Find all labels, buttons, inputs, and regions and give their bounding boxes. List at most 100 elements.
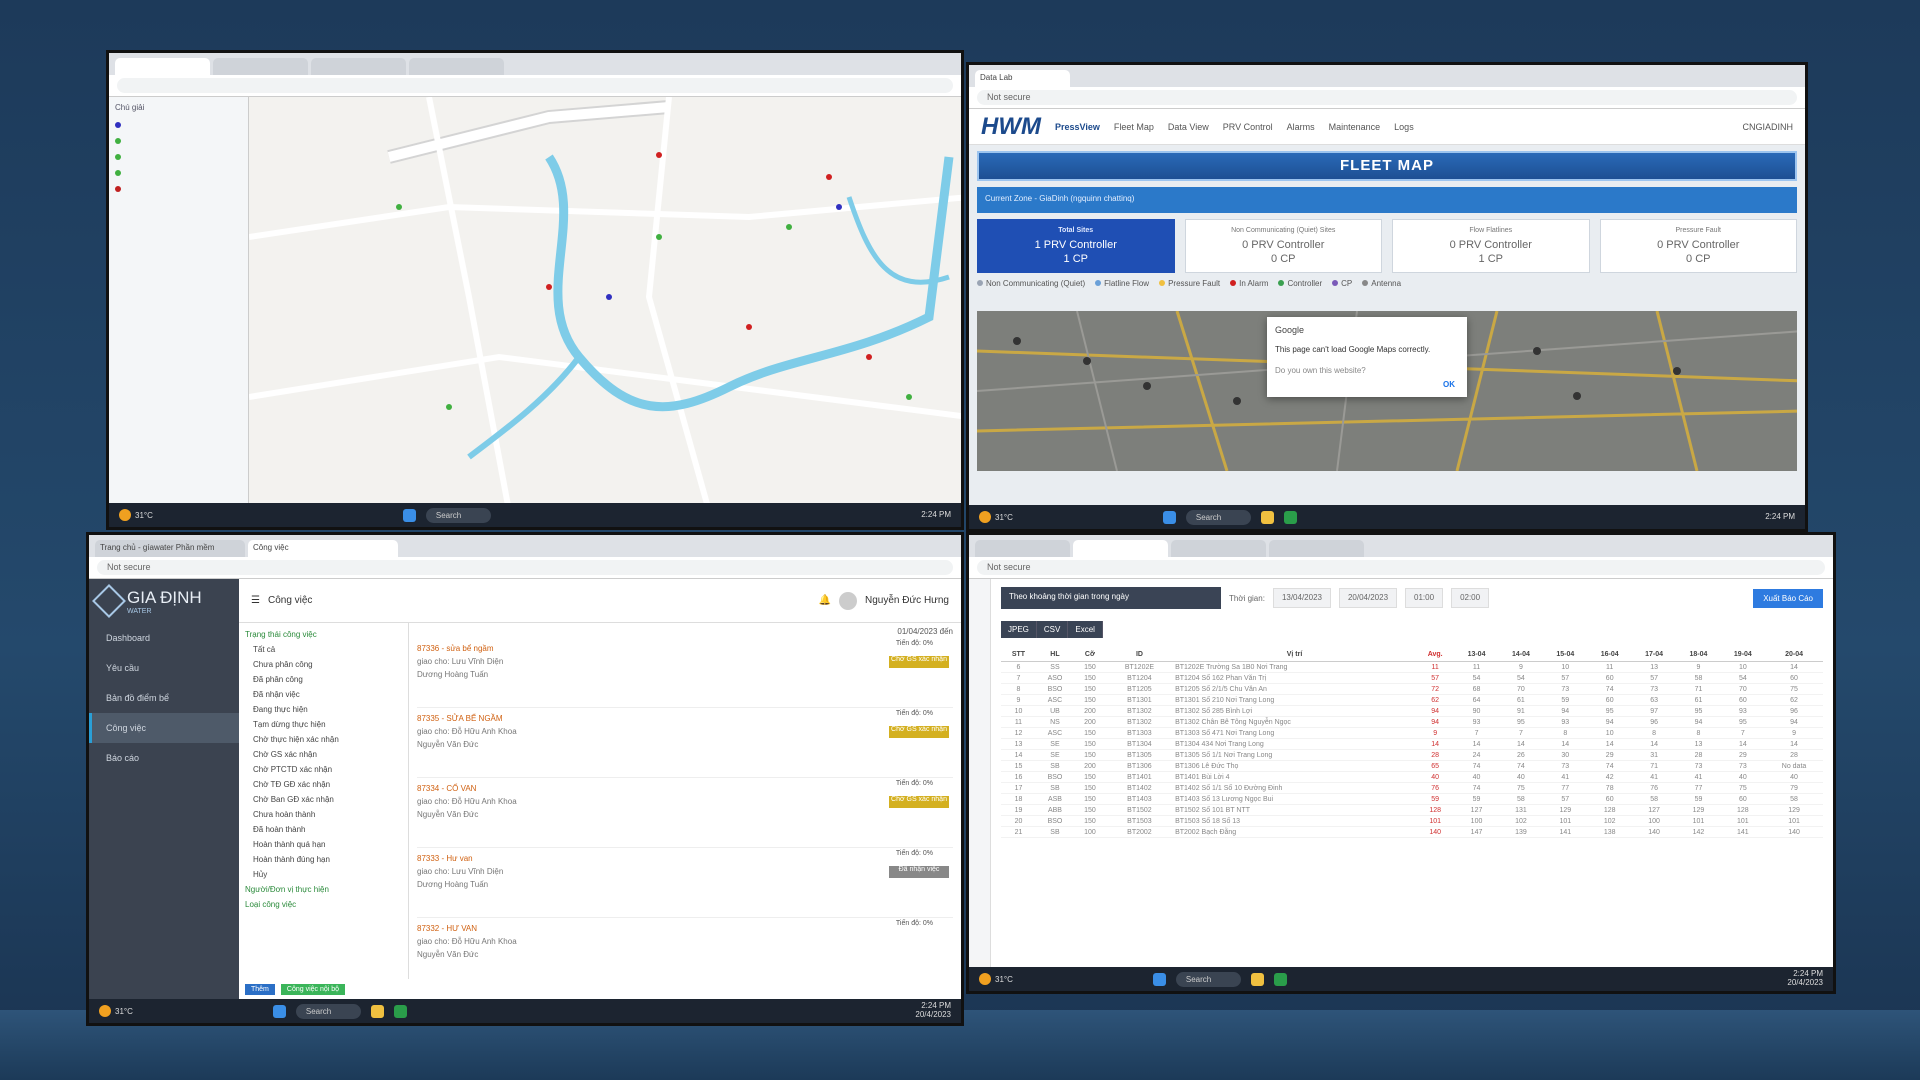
task-item[interactable]: 87334 - CỐ VAN giao cho: Đỗ Hữu Anh Khoa N… [417, 778, 953, 848]
legend-item[interactable] [115, 154, 242, 160]
filter-item[interactable]: Đang thực hiện [245, 702, 402, 717]
date-filter[interactable]: 01/04/2023 đến [417, 627, 953, 636]
brand-logo[interactable]: GIA ĐỊNH WATER [89, 579, 239, 623]
table-row[interactable]: 21 SB 100 BT2002 BT2002 Bạch Đằng 140 147 139 14… [1001, 826, 1823, 838]
filter-item[interactable]: Hoàn thành quá hạn [245, 837, 402, 852]
filter-item[interactable]: Chờ GS xác nhận [245, 747, 402, 762]
card-pressure-fault[interactable]: Pressure Fault 0 PRV Controller 0 CP [1599, 219, 1797, 273]
column-header[interactable]: Cỡ [1074, 648, 1106, 662]
user-menu[interactable]: CNGIADINH [1742, 122, 1793, 132]
nav-map[interactable]: Bản đồ điểm bể [89, 683, 239, 713]
card-flow-flatlines[interactable]: Flow Flatlines 0 PRV Controller 1 CP [1392, 219, 1590, 273]
download-csv-button[interactable]: CSV [1036, 621, 1069, 638]
column-header[interactable]: 15-04 [1543, 648, 1588, 662]
browser-tab[interactable]: Trang chủ - gíawater Phần mềm [95, 540, 245, 557]
period-select[interactable]: Theo khoảng thời gian trong ngày [1001, 587, 1221, 609]
weather-widget[interactable]: 31°C [979, 511, 1013, 523]
column-header[interactable]: HL [1035, 648, 1075, 662]
taskbar-search[interactable]: Search [1185, 509, 1252, 525]
date-to-input[interactable]: 20/04/2023 [1338, 588, 1398, 608]
task-status-button[interactable]: Chờ GS xác nhận [889, 656, 949, 668]
legend-item[interactable] [115, 170, 242, 176]
nav-prv-control[interactable]: PRV Control [1223, 122, 1273, 132]
url-field[interactable]: Not secure [97, 560, 953, 575]
legend-item[interactable] [115, 138, 242, 144]
nav-alarms[interactable]: Alarms [1287, 122, 1315, 132]
taskbar-search[interactable]: Search [295, 1003, 362, 1019]
weather-widget[interactable]: 31°C [979, 973, 1013, 985]
file-explorer-icon[interactable] [371, 1004, 385, 1018]
column-header[interactable]: ID [1105, 648, 1174, 662]
browser-tab[interactable]: Data Lab [975, 70, 1070, 87]
file-explorer-icon[interactable] [1261, 510, 1275, 524]
task-item[interactable]: 87333 - Hư van giao cho: Lưu Vĩnh Diện Dươ… [417, 848, 953, 918]
hour-to-input[interactable]: 02:00 [1451, 588, 1490, 608]
filter-item[interactable]: Chờ PTCTD xác nhận [245, 762, 402, 777]
filter-item[interactable]: Hoàn thành đúng hạn [245, 852, 402, 867]
weather-widget[interactable]: 31°C [99, 1005, 133, 1017]
avatar[interactable] [839, 591, 858, 610]
task-item[interactable]: 87335 - SỬA BỂ NGẦM giao cho: Đỗ Hữu Anh … [417, 708, 953, 778]
date-from-input[interactable]: 13/04/2023 [1272, 588, 1331, 608]
bell-icon[interactable]: 🔔 [819, 595, 831, 606]
filter-item[interactable]: Chờ TĐ GĐ xác nhận [245, 777, 402, 792]
filter-group[interactable]: Người/Đơn vị thực hiện [245, 882, 402, 897]
table-row[interactable]: 10 UB 200 BT1302 BT1302 Số 285 Bình Lợi 94 90 9… [1001, 705, 1823, 717]
column-header[interactable]: 16-04 [1587, 648, 1632, 662]
filter-item[interactable]: Hủy [245, 867, 402, 882]
filter-group[interactable]: Loại công việc [245, 897, 402, 912]
download-excel-button[interactable]: Excel [1068, 621, 1103, 638]
download-jpeg-button[interactable]: JPEG [1001, 621, 1037, 638]
browser-tab[interactable] [1171, 540, 1266, 557]
browser-tab[interactable] [409, 58, 504, 75]
dialog-ok-button[interactable]: OK [1443, 380, 1455, 389]
nav-pressview[interactable]: PressView [1055, 122, 1100, 132]
browser-tab[interactable] [1269, 540, 1364, 557]
filter-item[interactable]: Chờ thực hiện xác nhận [245, 732, 402, 747]
task-status-button[interactable]: Chờ GS xác nhận [889, 726, 949, 738]
table-row[interactable]: 6 SS 150 BT1202E BT1202E Trường Sa 1B0 Nơi T… [1001, 661, 1823, 673]
nav-reports[interactable]: Báo cáo [89, 743, 239, 773]
filter-item[interactable]: Chưa phân công [245, 657, 402, 672]
task-item[interactable]: 87332 - HƯ VAN giao cho: Đỗ Hữu Anh Khoa N… [417, 918, 953, 979]
weather-widget[interactable]: 31°C [119, 509, 153, 521]
internal-task-button[interactable]: Công việc nội bộ [280, 983, 346, 995]
chrome-icon[interactable] [394, 1004, 408, 1018]
filter-item[interactable]: Chờ Ban GĐ xác nhận [245, 792, 402, 807]
windows-start-icon[interactable] [272, 1004, 286, 1018]
table-row[interactable]: 16 BSO 150 BT1401 BT1401 Bùi Lời 4 40 40 40 41 42… [1001, 771, 1823, 783]
column-header[interactable]: 13-04 [1454, 648, 1499, 662]
menu-icon[interactable]: ☰ [251, 595, 260, 606]
filter-header[interactable]: Trạng thái công việc [245, 627, 402, 642]
filter-item[interactable]: Đã phân công [245, 672, 402, 687]
address-bar[interactable] [109, 75, 961, 97]
legend-item[interactable] [115, 186, 242, 192]
browser-tab[interactable] [115, 58, 210, 75]
nav-tasks[interactable]: Công việc [89, 713, 239, 743]
street-map[interactable] [249, 97, 961, 505]
url-field[interactable] [117, 78, 953, 93]
address-bar[interactable]: Not secure [969, 557, 1833, 579]
table-row[interactable]: 17 SB 150 BT1402 BT1402 Số 1/1 Số 10 Đường Đ… [1001, 782, 1823, 794]
card-non-communicating[interactable]: Non Communicating (Quiet) Sites 0 PRV Con… [1184, 219, 1382, 273]
column-header[interactable]: 19-04 [1720, 648, 1766, 662]
nav-dashboard[interactable]: Dashboard [89, 623, 239, 653]
column-header[interactable]: STT [1001, 648, 1036, 662]
card-total-sites[interactable]: Total Sites 1 PRV Controller 1 CP [977, 219, 1175, 273]
table-row[interactable]: 12 ASC 150 BT1303 BT1303 Số 471 Nơi Trang Lo… [1001, 727, 1823, 739]
filter-item[interactable]: Đã hoàn thành [245, 822, 402, 837]
table-row[interactable]: 18 ASB 150 BT1403 BT1403 Số 13 Lương Ngọc Bu… [1001, 793, 1823, 805]
table-row[interactable]: 7 ASO 150 BT1204 BT1204 Số 162 Phan Văn Trị 5… [1001, 672, 1823, 684]
nav-fleet-map[interactable]: Fleet Map [1114, 122, 1154, 132]
hour-from-input[interactable]: 01:00 [1405, 588, 1444, 608]
map-canvas[interactable] [249, 97, 961, 505]
address-bar[interactable]: Not secure [969, 87, 1805, 109]
filter-item[interactable]: Đã nhận việc [245, 687, 402, 702]
taskbar-search[interactable]: Search [1175, 971, 1242, 987]
browser-tab[interactable]: Công việc [248, 540, 398, 557]
filter-item[interactable]: Tất cả [245, 642, 402, 657]
column-header[interactable]: 17-04 [1631, 648, 1677, 662]
windows-start-icon[interactable] [402, 508, 416, 522]
nav-logs[interactable]: Logs [1394, 122, 1414, 132]
windows-start-icon[interactable] [1152, 972, 1166, 986]
